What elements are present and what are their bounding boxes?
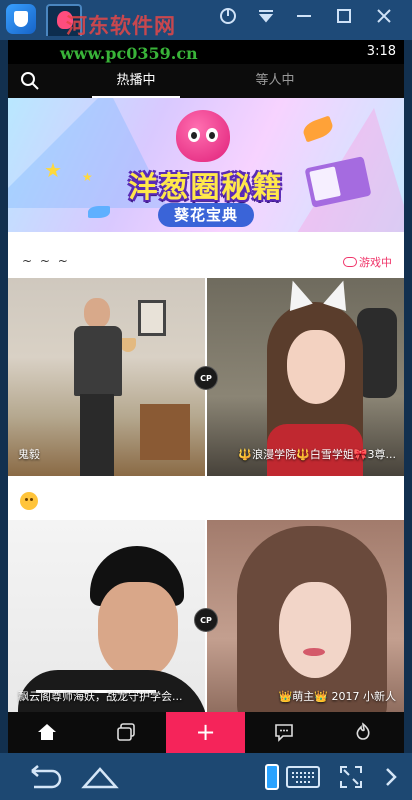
status-time: 3:18 [366, 44, 396, 59]
section-header [8, 482, 404, 522]
maximize-icon[interactable] [290, 6, 318, 34]
room-card[interactable]: 🔱浪漫学院🔱白雪学姐🎀3尊... [207, 278, 404, 476]
room-card[interactable]: 鬼毅 [8, 278, 205, 476]
bottom-nav: + [8, 712, 404, 753]
search-icon[interactable] [20, 71, 40, 91]
close-icon[interactable] [370, 6, 398, 34]
nav-create-button[interactable]: + [166, 712, 245, 753]
room-card[interactable]: 👑萌主👑 2017 小新人 [207, 520, 404, 718]
emulator-window: 河东软件网 3:18 www.pc0359.cn 热播中 等人中 ★ ★ 洋葱圈… [0, 0, 412, 800]
more-arrow-icon[interactable] [384, 766, 398, 788]
minimize-icon[interactable] [214, 6, 242, 34]
room-card[interactable]: 飘云阁尊师海妖，战龙守护学会... [8, 520, 205, 718]
keyboard-icon[interactable] [286, 765, 320, 789]
chat-icon [275, 724, 293, 742]
phone-mode-icon[interactable] [264, 763, 280, 791]
cp-badge: CP [194, 366, 218, 390]
mascot-icon [176, 110, 230, 162]
emoji-icon [20, 492, 38, 510]
playing-badge-label: 游戏中 [359, 256, 392, 269]
emulator-titlebar: 河东软件网 [0, 0, 412, 40]
home-outline-icon[interactable] [80, 765, 120, 789]
banner-subtitle: 葵花宝典 [158, 203, 254, 227]
bird-icon [88, 206, 110, 218]
app-screen: 热播中 等人中 ★ ★ 洋葱圈秘籍 葵花宝典 ~ ~ ~ 游戏中 鬼毅 🔱浪漫学… [8, 64, 404, 753]
banner-title: 洋葱圈秘籍 [128, 170, 284, 204]
nav-chat[interactable] [245, 712, 324, 753]
back-icon[interactable] [22, 765, 62, 789]
room-card-name: 👑萌主👑 2017 小新人 [278, 690, 396, 703]
promo-banner[interactable]: ★ ★ 洋葱圈秘籍 葵花宝典 [8, 98, 404, 232]
emulator-logo-icon [6, 4, 36, 34]
watermark-url: www.pc0359.cn [60, 44, 198, 63]
gamepad-icon [343, 257, 357, 267]
home-icon [38, 724, 56, 740]
rooms-icon [117, 723, 135, 741]
nav-discover[interactable] [324, 712, 403, 753]
menu-icon[interactable] [252, 6, 280, 34]
fullscreen-icon[interactable] [338, 764, 364, 790]
discover-icon [356, 722, 370, 740]
nav-home[interactable] [8, 712, 87, 753]
room-card-name: 鬼毅 [18, 448, 40, 461]
plus-icon: + [195, 718, 216, 746]
tab-waiting[interactable]: 等人中 [225, 64, 325, 98]
restore-icon[interactable] [330, 6, 358, 34]
emulator-nav-bar [0, 753, 412, 800]
playing-badge[interactable]: 游戏中 [343, 254, 392, 270]
cp-badge: CP [194, 608, 218, 632]
room-card-name: 🔱浪漫学院🔱白雪学姐🎀3尊... [238, 448, 396, 461]
top-nav: 热播中 等人中 [8, 64, 404, 98]
room-card-name: 飘云阁尊师海妖，战龙守护学会... [18, 690, 183, 703]
section-label: ~ ~ ~ [22, 254, 70, 268]
tab-playing[interactable]: 热播中 [86, 64, 186, 98]
section-header: ~ ~ ~ 游戏中 [8, 242, 404, 282]
watermark-title: 河东软件网 [66, 14, 176, 38]
nav-rooms[interactable] [87, 712, 166, 753]
